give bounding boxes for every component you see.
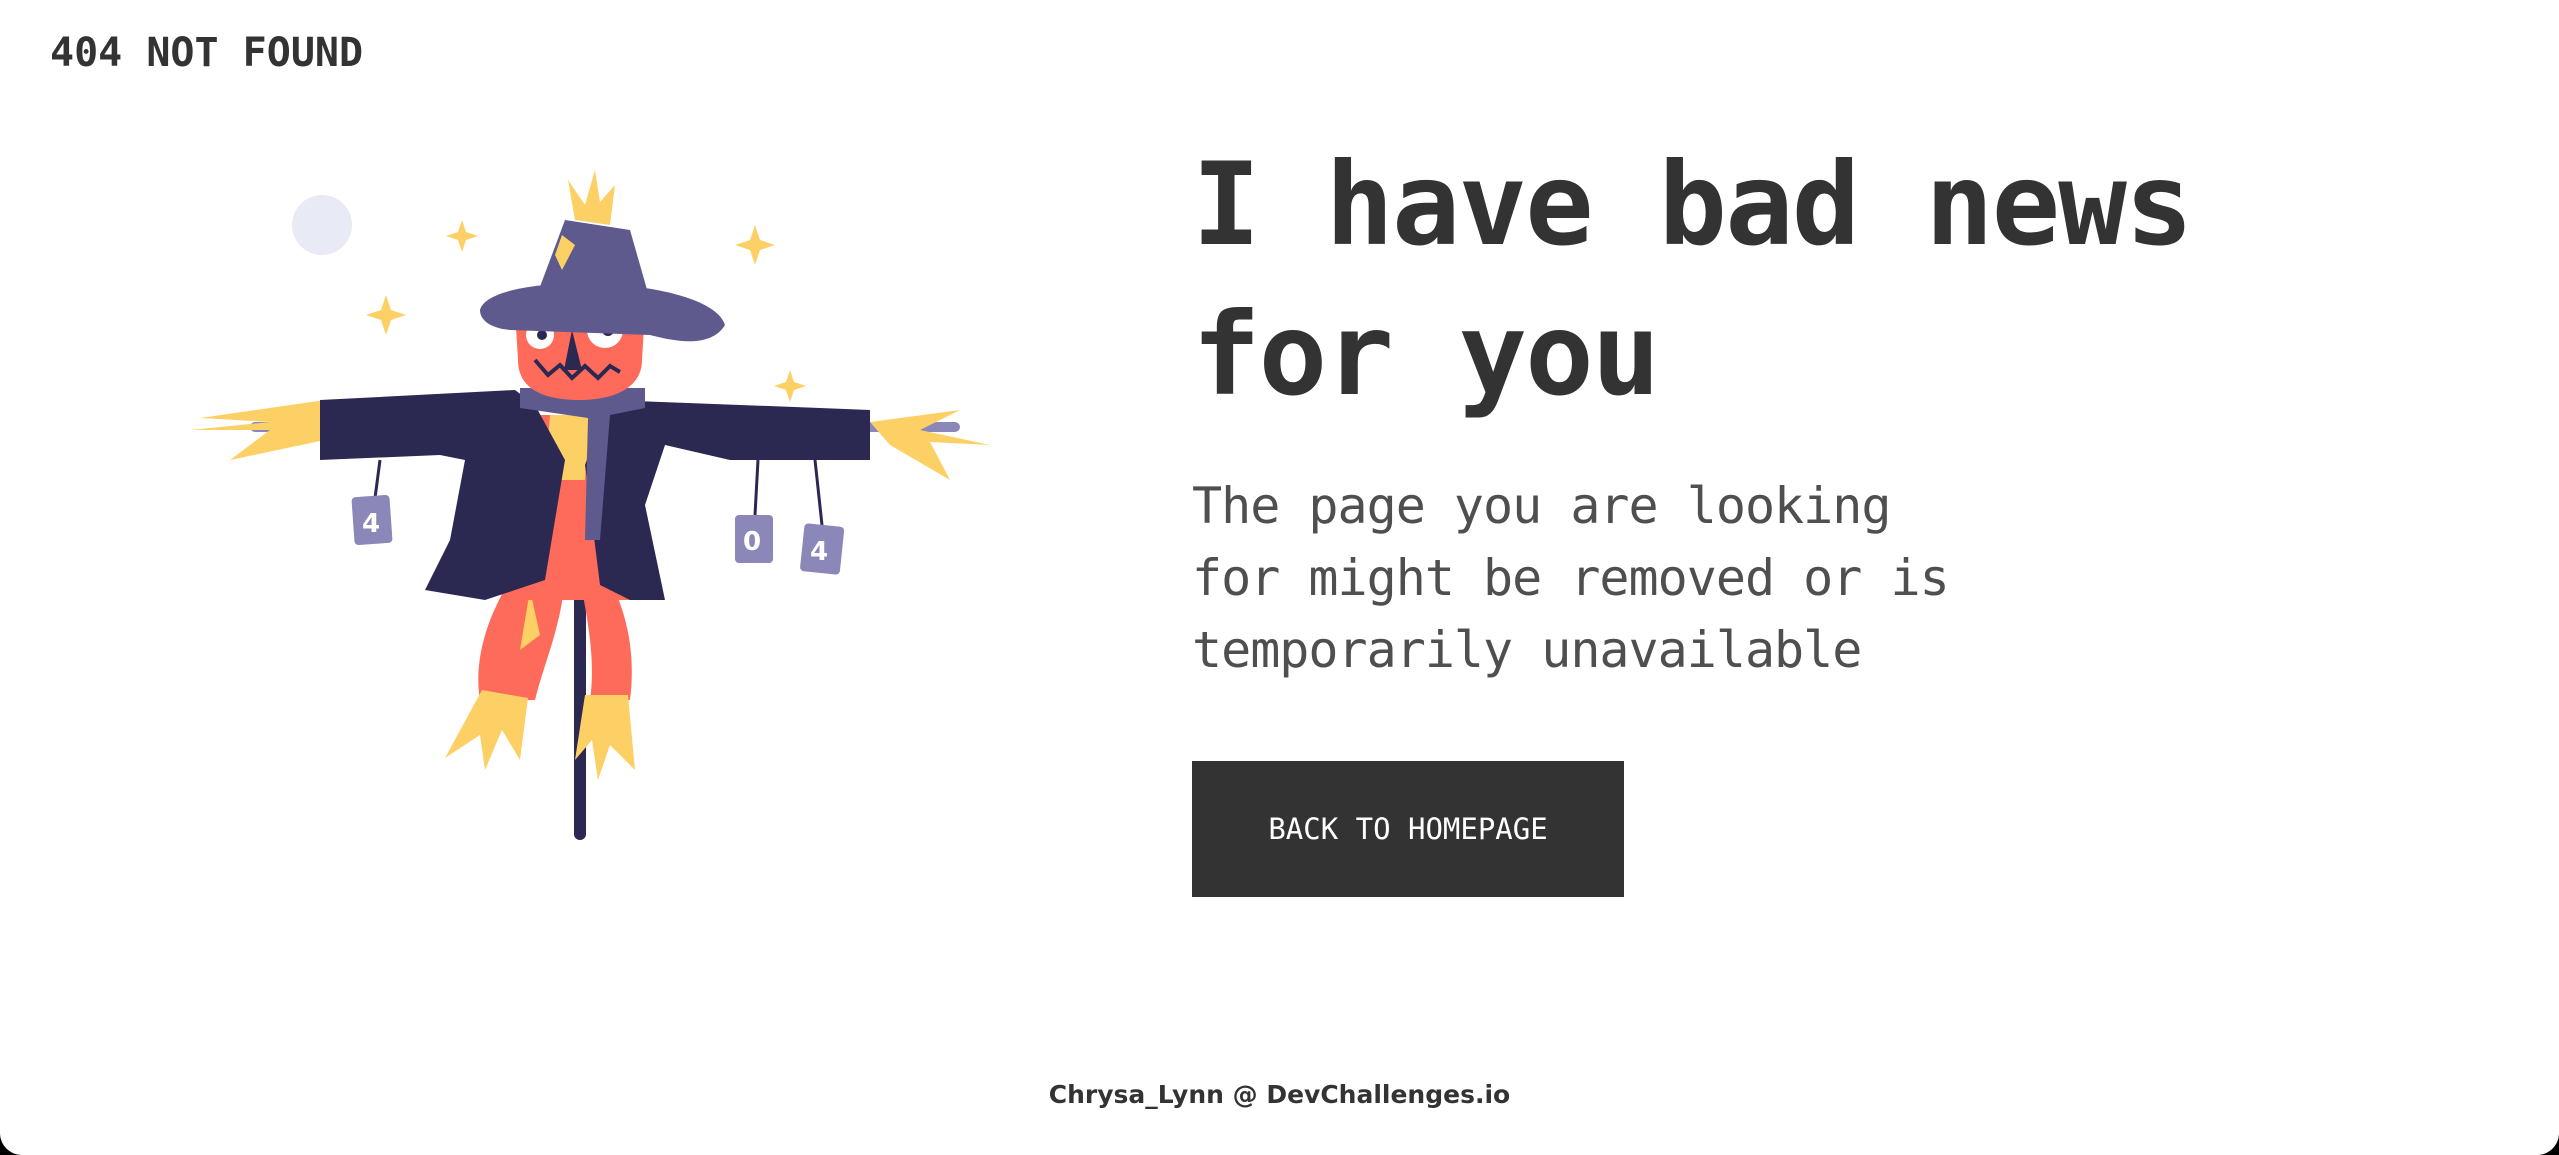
page: 404 NOT FOUND 4 0 4 I have bad news for … [0, 0, 2559, 1155]
hat-crown [535, 220, 650, 300]
page-inner: 404 NOT FOUND 4 0 4 I have bad news for … [0, 0, 2559, 1155]
straw-top [568, 170, 615, 225]
can-label-right: 4 [810, 537, 828, 567]
straw-right-hand [870, 410, 990, 480]
footer-credit: Chrysa_Lynn @ DevChallenges.io [1048, 1080, 1511, 1109]
scarecrow-illustration: 4 0 4 [190, 170, 990, 840]
can-label-middle: 0 [743, 527, 761, 557]
brand-title: 404 NOT FOUND [50, 30, 364, 76]
coat-left [320, 390, 565, 600]
moon-shape [292, 195, 352, 255]
error-message: The page you are looking for might be re… [1192, 477, 1950, 679]
straw-left-hand [190, 400, 325, 460]
page-headline: I have bad news for you [1192, 138, 2194, 421]
straw-feet [445, 690, 635, 780]
can-label-left: 4 [362, 509, 380, 539]
back-to-homepage-button[interactable]: BACK TO HOMEPAGE [1192, 761, 1624, 897]
